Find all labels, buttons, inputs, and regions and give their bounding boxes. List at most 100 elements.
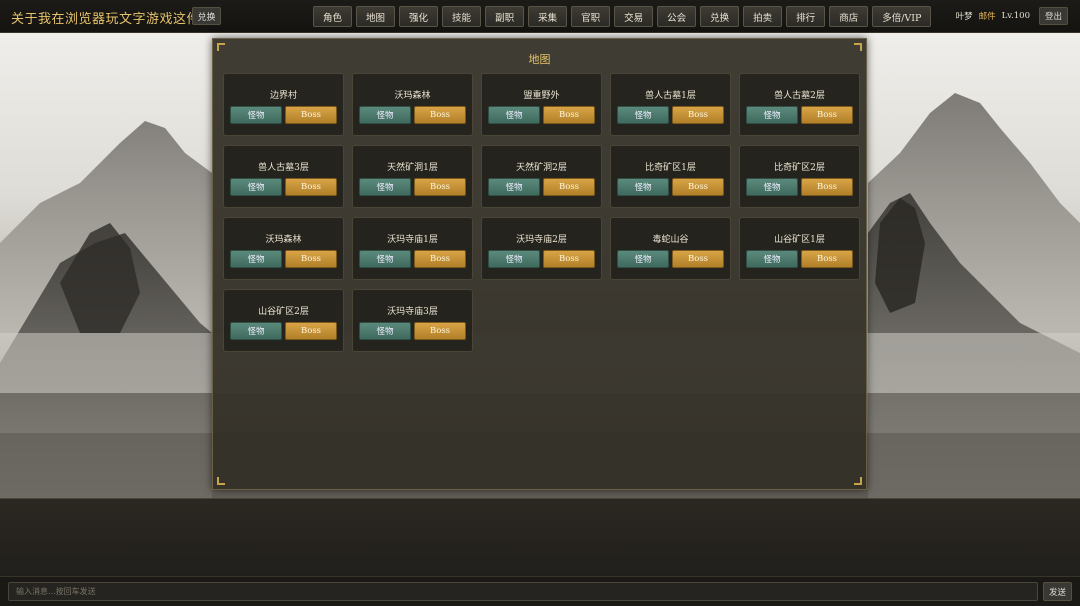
monster-button[interactable]: 怪物 [359, 178, 411, 196]
map-actions: 怪物 Boss [617, 178, 724, 196]
map-card: 兽人古墓1层怪物 Boss [610, 73, 731, 136]
map-name: 天然矿洞2层 [516, 163, 567, 173]
map-name: 毒蛇山谷 [652, 235, 689, 245]
boss-button[interactable]: Boss [672, 250, 724, 268]
monster-button[interactable]: 怪物 [359, 250, 411, 268]
boss-button[interactable]: Boss [801, 250, 853, 268]
boss-button[interactable]: Boss [801, 106, 853, 124]
map-name: 盟重野外 [523, 91, 560, 101]
boss-button[interactable]: Boss [414, 250, 466, 268]
boss-button[interactable]: Boss [672, 106, 724, 124]
monster-button[interactable]: 怪物 [488, 250, 540, 268]
map-card: 比奇矿区1层 怪物 Boss [610, 145, 731, 208]
boss-button[interactable]: Boss [672, 178, 724, 196]
monster-button[interactable]: 怪物 [746, 106, 798, 124]
map-card: 兽人古墓3层怪物 Boss [223, 145, 344, 208]
monster-button[interactable]: 怪物 [359, 322, 411, 340]
user-level: Lv.100 [1001, 11, 1030, 21]
monster-button[interactable]: 怪物 [617, 106, 669, 124]
monster-button[interactable]: 怪物 [746, 178, 798, 196]
monster-button[interactable]: 怪物 [359, 106, 411, 124]
send-button[interactable]: 发送 [1043, 582, 1072, 601]
monster-button[interactable]: 怪物 [230, 178, 282, 196]
monster-button[interactable]: 怪物 [488, 106, 540, 124]
nav-button[interactable]: 多倍/VIP [872, 6, 932, 27]
map-actions: 怪物 Boss [359, 178, 466, 196]
log-area [0, 498, 1080, 576]
boss-button[interactable]: Boss [414, 322, 466, 340]
map-card: 沃玛寺庙2层怪物 Boss [481, 217, 602, 280]
logout-button[interactable]: 登出 [1039, 7, 1068, 25]
corner-ornament [854, 477, 862, 485]
map-name: 比奇矿区2层 [774, 163, 825, 173]
corner-ornament [217, 477, 225, 485]
boss-button[interactable]: Boss [801, 178, 853, 196]
monster-button[interactable]: 怪物 [617, 178, 669, 196]
map-card: 天然矿洞1层 怪物 Boss [352, 145, 473, 208]
nav-button[interactable]: 采集 [528, 6, 568, 27]
boss-button[interactable]: Boss [285, 250, 337, 268]
boss-button[interactable]: Boss [285, 322, 337, 340]
nav-button[interactable]: 官职 [571, 6, 611, 27]
map-actions: 怪物 Boss [488, 106, 595, 124]
monster-button[interactable]: 怪物 [230, 250, 282, 268]
map-name: 山谷矿区1层 [774, 235, 825, 245]
chat-bar: 发送 [0, 576, 1080, 606]
boss-button[interactable]: Boss [543, 106, 595, 124]
nav-button[interactable]: 排行 [786, 6, 826, 27]
map-name: 山谷矿区2层 [258, 307, 309, 317]
redeem-button[interactable]: 兑换 [192, 7, 221, 25]
monster-button[interactable]: 怪物 [230, 106, 282, 124]
map-actions: 怪物 Boss [230, 106, 337, 124]
monster-button[interactable]: 怪物 [230, 322, 282, 340]
boss-button[interactable]: Boss [414, 106, 466, 124]
map-card: 沃玛寺庙3层怪物 Boss [352, 289, 473, 352]
main-nav: 角色 地图 强化 技能 副职 采集 官职 交易 公会 兑换 拍卖 排行 商店 多倍/VIP [313, 6, 932, 27]
map-actions: 怪物 Boss [230, 250, 337, 268]
nav-button[interactable]: 副职 [485, 6, 525, 27]
mail-link[interactable]: 邮件 [979, 10, 996, 22]
map-name: 兽人古墓3层 [258, 163, 309, 173]
map-card: 沃玛森林 怪物 Boss [223, 217, 344, 280]
nav-button[interactable]: 兑换 [700, 6, 740, 27]
monster-button[interactable]: 怪物 [617, 250, 669, 268]
map-grid: 边界村 怪物 Boss 沃玛森林 怪物 Boss 盟重野外 怪物 Boss 兽人古墓1层 怪物 Bos… [223, 73, 860, 352]
nav-button[interactable]: 交易 [614, 6, 654, 27]
monster-button[interactable]: 怪物 [746, 250, 798, 268]
map-actions: 怪物 Boss [359, 322, 466, 340]
map-name: 兽人古墓1层 [645, 91, 696, 101]
boss-button[interactable]: Boss [543, 250, 595, 268]
map-card: 山谷矿区1层怪物 Boss [739, 217, 860, 280]
map-name: 沃玛寺庙3层 [387, 307, 438, 317]
map-name: 沃玛森林 [394, 91, 431, 101]
corner-ornament [854, 43, 862, 51]
map-actions: 怪物 Boss [488, 178, 595, 196]
nav-button[interactable]: 公会 [657, 6, 697, 27]
boss-button[interactable]: Boss [285, 178, 337, 196]
boss-button[interactable]: Boss [285, 106, 337, 124]
user-name: 叶梦 [955, 12, 973, 22]
map-name: 兽人古墓2层 [774, 91, 825, 101]
game-title: 关于我在浏览器玩文字游戏这件事 [11, 12, 214, 27]
nav-button[interactable]: 拍卖 [743, 6, 783, 27]
nav-button[interactable]: 商店 [829, 6, 869, 27]
nav-button[interactable]: 地图 [356, 6, 396, 27]
map-card: 毒蛇山谷怪物 Boss [610, 217, 731, 280]
map-card: 盟重野外怪物 Boss [481, 73, 602, 136]
map-card: 沃玛森林怪物 Boss [352, 73, 473, 136]
nav-button[interactable]: 技能 [442, 6, 482, 27]
map-card: 边界村 怪物 Boss [223, 73, 344, 136]
user-area: 叶梦 邮件 Lv.100 登出 [956, 7, 1068, 25]
corner-ornament [217, 43, 225, 51]
nav-button[interactable]: 角色 [313, 6, 353, 27]
nav-button[interactable]: 强化 [399, 6, 439, 27]
map-name: 沃玛寺庙2层 [516, 235, 567, 245]
monster-button[interactable]: 怪物 [488, 178, 540, 196]
map-actions: 怪物 Boss [230, 322, 337, 340]
map-actions: 怪物 Boss [746, 106, 853, 124]
boss-button[interactable]: Boss [543, 178, 595, 196]
panel-title: 地图 [528, 53, 551, 66]
map-name: 沃玛寺庙1层 [387, 235, 438, 245]
boss-button[interactable]: Boss [414, 178, 466, 196]
chat-input[interactable] [8, 582, 1038, 601]
